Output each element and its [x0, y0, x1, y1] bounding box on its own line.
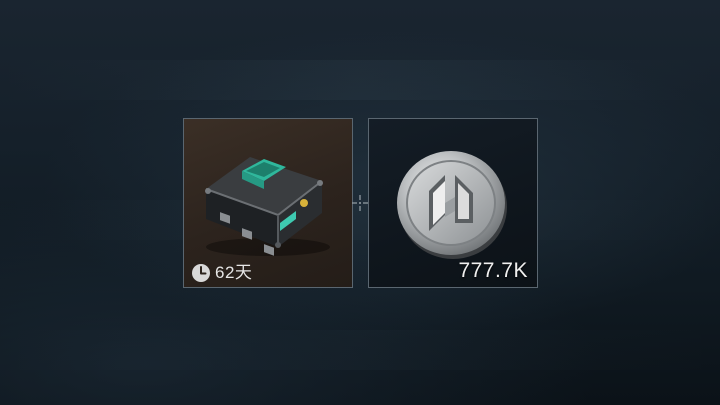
coin-amount: 777.7K — [458, 259, 528, 282]
duration-text: 62天 — [215, 263, 253, 282]
reward-card-case[interactable]: 62天 — [183, 118, 353, 288]
duration-indicator: 62天 — [191, 262, 252, 284]
clock-icon — [192, 264, 210, 282]
crosshair-icon — [352, 195, 368, 211]
reward-card-coin[interactable]: 777.7K — [368, 118, 538, 288]
